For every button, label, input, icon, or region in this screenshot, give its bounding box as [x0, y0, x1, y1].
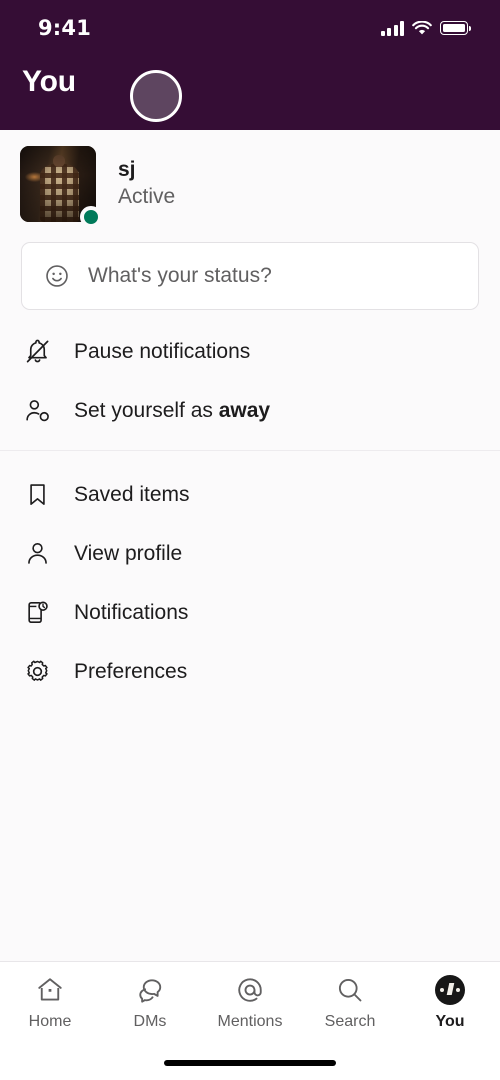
- cellular-signal-icon: [380, 20, 404, 36]
- menu-item-label: Saved items: [74, 482, 190, 506]
- user-avatar-icon: [435, 974, 465, 1006]
- menu-group-presence: Pause notifications Set yourself as away: [0, 310, 500, 450]
- wifi-icon: [412, 20, 432, 36]
- workspace-avatar[interactable]: [129, 70, 182, 122]
- gear-icon: [22, 657, 52, 687]
- tab-you[interactable]: You: [400, 962, 500, 1031]
- smiley-icon: [44, 263, 70, 289]
- tab-search[interactable]: Search: [300, 962, 400, 1031]
- tab-label: You: [435, 1013, 465, 1030]
- profile-presence-label: Active: [118, 185, 176, 208]
- status-bar: 9:41: [0, 0, 500, 56]
- phone-bell-icon: [22, 598, 52, 628]
- tab-label: Search: [324, 1013, 376, 1030]
- tab-home[interactable]: Home: [0, 962, 100, 1031]
- menu-item-label: Preferences: [74, 659, 188, 683]
- person-icon: [22, 539, 52, 569]
- menu-item-label: Pause notifications: [74, 339, 251, 363]
- tab-label: Home: [28, 1013, 72, 1030]
- avatar[interactable]: [20, 146, 102, 228]
- menu-item-pause-notifications[interactable]: Pause notifications: [0, 322, 500, 381]
- home-indicator[interactable]: [164, 1060, 336, 1066]
- page-title: You: [22, 65, 76, 98]
- header-row: You: [0, 56, 500, 122]
- person-clock-icon: [22, 396, 52, 426]
- profile-name: sj: [118, 158, 136, 181]
- home-icon: [35, 974, 65, 1006]
- at-sign-icon: [235, 974, 265, 1006]
- tab-label: Mentions: [217, 1013, 283, 1030]
- presence-indicator: [80, 206, 102, 228]
- status-input[interactable]: What's your status?: [21, 242, 479, 310]
- bottom-tab-bar: Home DMs Mentions Search You: [0, 961, 500, 1044]
- status-bar-time: 9:41: [38, 16, 92, 40]
- menu-item-view-profile[interactable]: View profile: [0, 524, 500, 583]
- tab-dms[interactable]: DMs: [100, 962, 200, 1031]
- profile-text: sj Active: [118, 157, 175, 211]
- menu-item-label: View profile: [74, 541, 183, 565]
- menu-item-notifications[interactable]: Notifications: [0, 583, 500, 642]
- status-input-placeholder: What's your status?: [88, 264, 272, 287]
- status-bar-icons: [380, 20, 471, 36]
- menu-item-saved-items[interactable]: Saved items: [0, 465, 500, 524]
- menu-item-label: Set yourself as away: [74, 398, 271, 422]
- menu-group-account: Saved items View profile Notifications P…: [0, 451, 500, 711]
- battery-icon: [440, 21, 471, 35]
- tab-label: DMs: [133, 1013, 167, 1030]
- bookmark-icon: [22, 480, 52, 510]
- search-icon: [335, 974, 365, 1006]
- bell-slash-icon: [22, 337, 52, 367]
- menu-item-label: Notifications: [74, 600, 189, 624]
- profile-summary[interactable]: sj Active: [0, 130, 500, 236]
- menu-item-preferences[interactable]: Preferences: [0, 642, 500, 701]
- app-header: 9:41 You: [0, 0, 500, 130]
- profile-screen: 9:41 You sj Active What's your status? P…: [0, 0, 500, 1080]
- menu-item-set-yourself-away[interactable]: Set yourself as away: [0, 381, 500, 440]
- tab-mentions[interactable]: Mentions: [200, 962, 300, 1031]
- chat-bubbles-icon: [135, 974, 165, 1006]
